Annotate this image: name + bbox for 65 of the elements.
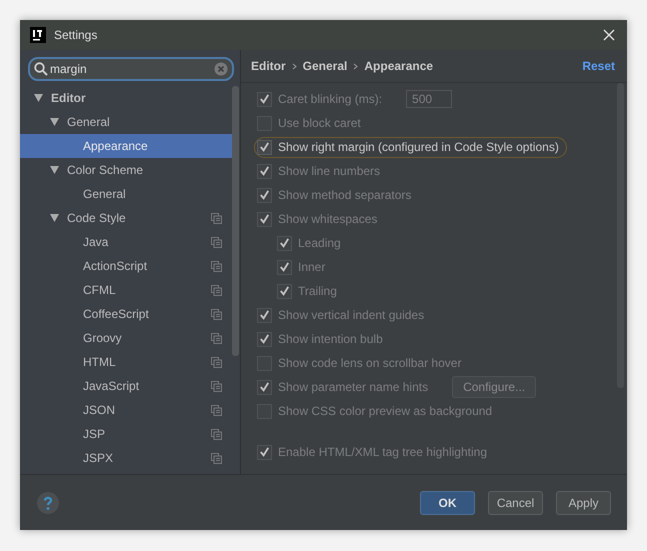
checkbox[interactable] <box>257 308 272 322</box>
option-label: Show whitespaces <box>278 212 378 226</box>
option-label: Inner <box>298 260 326 274</box>
expand-arrow-icon[interactable] <box>50 214 59 222</box>
option-label: Show code lens on scrollbar hover <box>278 356 462 370</box>
checkbox[interactable] <box>257 92 272 106</box>
tree-item[interactable]: Color Scheme <box>20 158 232 182</box>
checkbox[interactable] <box>257 332 272 346</box>
checkbox[interactable] <box>257 164 272 178</box>
scrollbar-thumb[interactable] <box>232 86 239 356</box>
tree-item[interactable]: Appearance <box>20 134 232 158</box>
dialog-button[interactable]: Apply <box>556 490 611 514</box>
breadcrumb-chevron-icon <box>292 62 297 70</box>
checkbox[interactable] <box>257 140 272 154</box>
reset-link[interactable]: Reset <box>582 59 615 73</box>
option-label: Show right margin (configured in Code Style options) <box>278 140 559 154</box>
option-label: Use block caret <box>278 116 361 130</box>
tree-item[interactable]: General <box>20 110 232 134</box>
option-label: Caret blinking (ms): <box>278 92 382 106</box>
breadcrumb-chevron-icon <box>353 62 358 70</box>
checkbox[interactable] <box>257 444 272 460</box>
tree-item[interactable]: CFML <box>20 278 232 302</box>
dialog-button[interactable]: OK <box>420 490 475 514</box>
option-label: Show intention bulb <box>278 332 383 346</box>
expand-arrow-icon[interactable] <box>34 94 43 102</box>
option-label: Trailing <box>298 284 337 298</box>
checkbox[interactable] <box>257 380 272 394</box>
tree-item[interactable]: Code Style <box>20 206 232 230</box>
help-button[interactable] <box>37 492 59 514</box>
search-icon <box>34 62 48 76</box>
checkbox[interactable] <box>277 260 292 274</box>
tree-item[interactable]: JSON <box>20 398 232 422</box>
close-icon[interactable] <box>603 29 615 41</box>
tree-item[interactable]: Groovy <box>20 326 232 350</box>
option-label: Show CSS color preview as background <box>278 404 492 418</box>
option-label: Enable HTML/XML tag tree highlighting <box>278 445 488 459</box>
breadcrumb-item: Editor <box>251 59 286 73</box>
tree-item[interactable]: ActionScript <box>20 254 232 278</box>
checkbox[interactable] <box>257 188 272 202</box>
tree-item[interactable]: HTML <box>20 350 232 374</box>
tree-item[interactable]: Java <box>20 230 232 254</box>
option-label: Show method separators <box>278 188 412 202</box>
tree-item[interactable]: CoffeeScript <box>20 302 232 326</box>
option-label: Show vertical indent guides <box>278 308 424 322</box>
search-field[interactable]: margin <box>28 57 234 81</box>
expand-arrow-icon[interactable] <box>50 118 59 126</box>
tree-item[interactable]: Editor <box>20 86 232 110</box>
checkbox[interactable] <box>257 212 272 226</box>
breadcrumb-item: Appearance <box>364 59 434 73</box>
scrollbar-thumb[interactable] <box>617 83 624 388</box>
tree-item[interactable]: JSPX <box>20 446 232 470</box>
option-label: Show line numbers <box>278 164 380 178</box>
tree-item[interactable]: JSP <box>20 422 232 446</box>
tree-item[interactable]: General <box>20 182 232 206</box>
option-label: Leading <box>298 236 341 250</box>
expand-arrow-icon[interactable] <box>50 166 59 174</box>
checkbox[interactable] <box>277 284 292 298</box>
tree-item[interactable]: JavaScript <box>20 374 232 398</box>
app-logo-icon <box>30 27 46 43</box>
search-input[interactable]: margin <box>50 62 212 76</box>
window-title: Settings <box>54 28 98 42</box>
breadcrumb-item: General <box>302 59 348 73</box>
dialog-button[interactable]: Cancel <box>488 490 543 514</box>
checkbox[interactable] <box>277 236 292 250</box>
option-label: Show parameter name hints <box>278 380 428 394</box>
